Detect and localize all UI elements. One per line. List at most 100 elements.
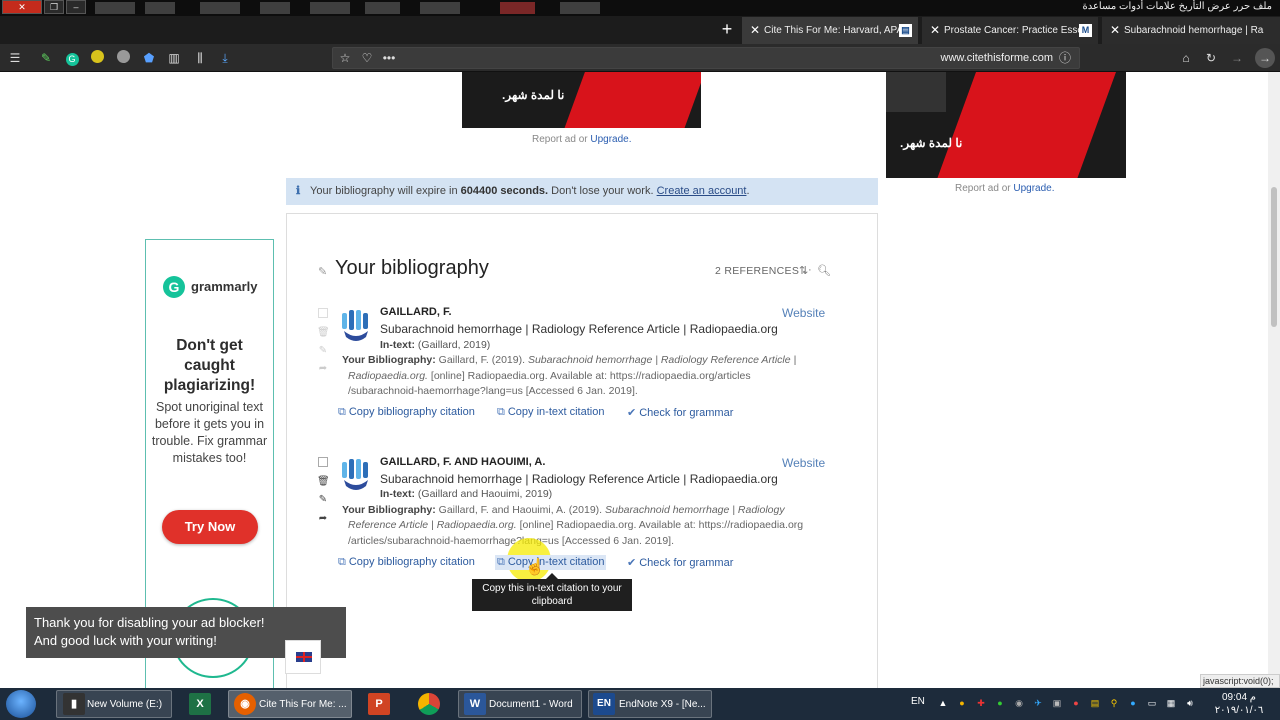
back-icon[interactable]: → bbox=[1255, 48, 1275, 68]
clock[interactable]: 09:04 م ٢٠١٩/٠١/٠٦ bbox=[1211, 691, 1267, 717]
tray-icon[interactable]: ● bbox=[1069, 696, 1083, 710]
extension-icon[interactable] bbox=[89, 50, 105, 66]
close-tab-icon[interactable]: ✕ bbox=[1110, 17, 1120, 44]
thumbnail-strip bbox=[560, 2, 600, 14]
tray-icon[interactable]: ✚ bbox=[974, 696, 988, 710]
language-indicator[interactable]: EN bbox=[911, 696, 925, 707]
action-center-icon[interactable]: ▭ bbox=[1145, 696, 1159, 710]
radiopaedia-logo bbox=[342, 310, 368, 341]
thumbnail-strip bbox=[310, 2, 350, 14]
arabic-menu-bar[interactable]: ملف حرر عرض التأريخ علامات أدوات مساعدة bbox=[1082, 1, 1272, 12]
share-icon[interactable]: ➦ bbox=[317, 363, 329, 374]
tray-arrow-icon[interactable]: ▲ bbox=[936, 696, 950, 710]
close-tab-icon[interactable]: ✕ bbox=[750, 17, 760, 44]
tray-icon[interactable]: ◉ bbox=[1012, 696, 1026, 710]
volume-icon[interactable]: 🔊︎ bbox=[1183, 696, 1197, 710]
shield-icon[interactable]: ⬟ bbox=[141, 50, 157, 66]
evernote-icon[interactable]: ✎ bbox=[38, 50, 54, 66]
network-icon[interactable]: ▦ bbox=[1164, 696, 1178, 710]
hand-cursor-icon: ☝ bbox=[525, 559, 545, 576]
folder-icon: ▮ bbox=[63, 693, 85, 715]
library-icon[interactable]: ⫼ bbox=[192, 50, 208, 66]
info-icon[interactable]: ⓘ bbox=[1057, 50, 1073, 66]
banner-ad[interactable]: نا لمدة شهر. bbox=[462, 72, 701, 128]
tab-prostate-cancer[interactable]: ✕ Prostate Cancer: Practice Essen M bbox=[922, 17, 1098, 44]
copy-bibliography-button[interactable]: ⧉ Copy bibliography citation bbox=[338, 406, 475, 419]
copy-icon: ⧉ bbox=[338, 556, 346, 568]
try-now-button[interactable]: Try Now bbox=[162, 510, 258, 544]
edit-title-pencil-icon[interactable]: ✎ bbox=[318, 265, 327, 278]
check-grammar-button[interactable]: ✔ Check for grammar bbox=[627, 406, 733, 419]
chrome-icon[interactable] bbox=[418, 693, 440, 715]
thumbnail-strip bbox=[365, 2, 400, 14]
grammarly-body: Spot unoriginal text before it gets you … bbox=[151, 400, 268, 465]
bibliography-text: Reference Article | Radiopaedia.org. [on… bbox=[348, 519, 804, 531]
create-account-link[interactable]: Create an account bbox=[657, 185, 747, 197]
close-tab-icon[interactable]: ✕ bbox=[930, 17, 940, 44]
vertical-scrollbar[interactable] bbox=[1268, 72, 1280, 688]
vpn-icon[interactable] bbox=[115, 50, 131, 66]
search-icon[interactable]: 🔍︎ bbox=[817, 264, 831, 277]
tray-icon[interactable]: ● bbox=[1126, 696, 1140, 710]
checkmark-icon: ✔ bbox=[627, 557, 637, 569]
reference-checkbox[interactable] bbox=[318, 457, 328, 467]
upgrade-link[interactable]: Upgrade. bbox=[590, 134, 631, 145]
scrollbar-thumb[interactable] bbox=[1271, 187, 1277, 327]
edit-icon[interactable]: ✎ bbox=[317, 494, 329, 505]
citethisforme-favicon: ▤ bbox=[899, 24, 912, 37]
share-icon[interactable]: ➦ bbox=[317, 513, 329, 524]
start-button[interactable] bbox=[6, 690, 36, 718]
check-grammar-button[interactable]: ✔ Check for grammar bbox=[627, 556, 733, 569]
tray-icon[interactable]: ✈ bbox=[1031, 696, 1045, 710]
copy-intext-button[interactable]: ⧉ Copy in-text citation bbox=[495, 555, 607, 570]
pocket-icon[interactable]: ♡ bbox=[359, 50, 375, 66]
copy-icon: ⧉ bbox=[497, 406, 505, 418]
close-window-button[interactable]: ✕ bbox=[2, 0, 42, 14]
excel-icon[interactable]: X bbox=[189, 693, 211, 715]
reference-title: Subarachnoid hemorrhage | Radiology Refe… bbox=[380, 472, 778, 486]
tray-icon[interactable]: ▤ bbox=[1088, 696, 1102, 710]
grammarly-ext-icon[interactable]: G bbox=[64, 50, 80, 66]
sidebar-icon[interactable]: ▥ bbox=[166, 50, 182, 66]
tab-subarachnoid[interactable]: ✕ Subarachnoid hemorrhage | Ra bbox=[1102, 17, 1280, 44]
more-actions-icon[interactable]: ••• bbox=[381, 50, 397, 66]
copy-bibliography-button[interactable]: ⧉ Copy bibliography citation bbox=[338, 556, 475, 569]
bibliography-text: Your Bibliography: Gaillard, F. and Haou… bbox=[342, 504, 785, 516]
tab-cite-this-for-me[interactable]: ✕ Cite This For Me: Harvard, APA ▤ bbox=[742, 17, 918, 44]
report-ad: Report ad or Upgrade. bbox=[532, 134, 632, 145]
toast-line: Thank you for disabling your ad blocker! bbox=[34, 615, 265, 630]
menu-icon[interactable]: ☰ bbox=[7, 50, 23, 66]
bookmark-star-icon[interactable]: ☆ bbox=[337, 50, 353, 66]
tray-icon[interactable]: ⚲ bbox=[1107, 696, 1121, 710]
powerpoint-icon[interactable]: P bbox=[368, 693, 390, 715]
minimize-window-button[interactable]: – bbox=[66, 0, 86, 14]
sort-icon[interactable]: ⇅ bbox=[799, 264, 808, 277]
copy-icon: ⧉ bbox=[338, 406, 346, 418]
forward-icon[interactable]: → bbox=[1229, 50, 1245, 66]
restore-window-button[interactable]: ❐ bbox=[44, 0, 64, 14]
edit-icon[interactable]: ✎ bbox=[317, 345, 329, 356]
download-icon[interactable]: ⤓ bbox=[217, 50, 233, 66]
upgrade-link[interactable]: Upgrade. bbox=[1013, 183, 1054, 194]
url-bar[interactable]: ☆ ♡ ••• www.citethisforme.com ⓘ bbox=[332, 47, 1080, 69]
grammarly-brand: grammarly bbox=[191, 279, 258, 294]
bibliography-title[interactable]: Your bibliography bbox=[335, 257, 489, 280]
delete-icon[interactable]: 🗑︎ bbox=[317, 327, 330, 338]
word-icon: W bbox=[464, 693, 486, 715]
reload-icon[interactable]: ↻ bbox=[1203, 50, 1219, 66]
delete-icon[interactable]: 🗑︎ bbox=[317, 476, 330, 487]
tray-icon[interactable]: ▣ bbox=[1050, 696, 1064, 710]
side-banner-ad[interactable]: نا لمدة شهر. bbox=[886, 72, 1126, 178]
report-ad: Report ad or Upgrade. bbox=[955, 183, 1055, 194]
reference-checkbox[interactable] bbox=[318, 308, 328, 318]
url-text: www.citethisforme.com bbox=[940, 52, 1053, 64]
ad-text: نا لمدة شهر. bbox=[900, 136, 963, 150]
thumbnail-strip bbox=[95, 2, 135, 14]
expire-banner: ℹ Your bibliography will expire in 60440… bbox=[286, 178, 878, 205]
copy-intext-button[interactable]: ⧉ Copy in-text citation bbox=[497, 406, 604, 419]
tray-icon[interactable]: ● bbox=[955, 696, 969, 710]
reference-title: Subarachnoid hemorrhage | Radiology Refe… bbox=[380, 322, 778, 336]
home-icon[interactable]: ⌂ bbox=[1178, 50, 1194, 66]
tray-icon[interactable]: ● bbox=[993, 696, 1007, 710]
new-tab-button[interactable]: + bbox=[716, 17, 738, 44]
